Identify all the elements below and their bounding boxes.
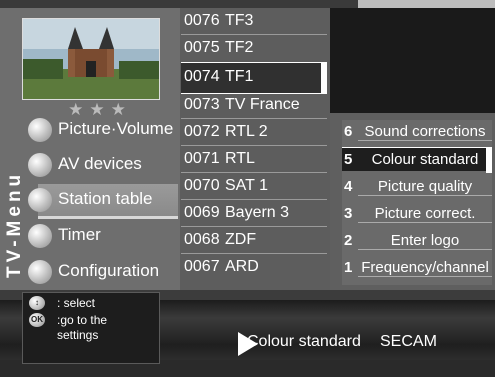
option-colour-standard[interactable]: 5 Colour standard: [342, 147, 492, 173]
sphere-icon: [28, 118, 52, 142]
menu-item-label: Picture·Volume: [58, 119, 174, 138]
sphere-icon: [28, 260, 52, 284]
divider: [181, 226, 327, 227]
sphere-icon: [28, 153, 52, 177]
help-box: ↕ : select OK :go to the settings: [22, 292, 160, 364]
top-bar-dark: [0, 0, 358, 8]
option-frequency-channel[interactable]: 1 Frequency/channel: [342, 256, 492, 279]
option-label: Sound corrections: [358, 123, 492, 141]
menu-item-av-devices[interactable]: AV devices: [28, 149, 178, 179]
option-number: 5: [344, 151, 353, 168]
ok-button-icon: OK: [29, 313, 45, 327]
station-name: TV France: [225, 96, 300, 113]
divider: [181, 253, 327, 254]
option-number: 3: [344, 205, 353, 222]
station-name: TF1: [225, 68, 254, 85]
svg-text:TV-Menu: TV-Menu: [4, 171, 25, 278]
station-name: ZDF: [225, 231, 257, 248]
help-settings: settings: [57, 328, 99, 342]
station-number: 0076: [184, 12, 220, 29]
station-name: RTL: [225, 150, 255, 167]
divider: [181, 199, 327, 200]
station-row-selected[interactable]: 0074 TF1: [181, 62, 327, 94]
option-label: Frequency/channel: [358, 259, 492, 277]
selection-marker: [321, 63, 327, 93]
preview-photo: [22, 18, 160, 100]
options-list: 6 Sound corrections 5 Colour standard 4 …: [342, 120, 492, 285]
station-number: 0074: [184, 68, 220, 85]
help-go-to: :go to the: [57, 313, 108, 327]
option-label: Picture correct.: [358, 205, 492, 223]
status-value: SECAM: [380, 333, 437, 350]
station-number: 0071: [184, 150, 220, 167]
status-label: Colour standard: [247, 333, 361, 350]
station-name: SAT 1: [225, 177, 268, 194]
help-select: : select: [57, 296, 96, 310]
station-row[interactable]: 0067 ARD: [181, 256, 327, 279]
divider: [181, 118, 327, 119]
station-number: 0072: [184, 123, 220, 140]
station-row[interactable]: 0073 TV France: [181, 94, 327, 117]
station-name: ARD: [225, 258, 259, 275]
option-enter-logo[interactable]: 2 Enter logo: [342, 229, 492, 252]
station-row[interactable]: 0076 TF3: [181, 10, 327, 33]
option-label: Enter logo: [358, 232, 492, 250]
preview-area: [330, 8, 495, 113]
station-name: Bayern 3: [225, 204, 290, 221]
menu-item-label: Station table: [58, 189, 153, 208]
station-row[interactable]: 0068 ZDF: [181, 229, 327, 252]
menu-item-timer[interactable]: Timer: [28, 220, 178, 250]
divider: [181, 172, 327, 173]
sphere-icon: [28, 188, 52, 212]
menu-item-station-table[interactable]: Station table: [28, 184, 178, 219]
menu-panel: ★★★ TV-Menu Picture·Volume AV devices St…: [0, 8, 180, 290]
option-picture-correct[interactable]: 3 Picture correct.: [342, 202, 492, 225]
menu-item-label: Configuration: [58, 261, 160, 280]
station-row[interactable]: 0069 Bayern 3: [181, 202, 327, 225]
sphere-icon: [28, 224, 52, 248]
option-number: 6: [344, 123, 353, 140]
option-number: 2: [344, 232, 353, 249]
menu-item-label: AV devices: [58, 154, 142, 173]
menu-item-configuration[interactable]: Configuration: [28, 256, 178, 286]
navigation-arrows-icon: ↕: [29, 296, 45, 310]
station-name: RTL 2: [225, 123, 268, 140]
menu-item-label: Timer: [58, 225, 101, 244]
station-row[interactable]: 0071 RTL: [181, 148, 327, 171]
station-list[interactable]: 0076 TF3 0075 TF2 0074 TF1 0073 TV Franc…: [180, 8, 330, 290]
menu-item-picture-volume[interactable]: Picture·Volume: [28, 114, 178, 144]
station-row[interactable]: 0072 RTL 2: [181, 121, 327, 144]
station-number: 0073: [184, 96, 220, 113]
menu-title: TV-Menu: [4, 171, 25, 278]
option-label: Picture quality: [358, 178, 492, 196]
station-number: 0068: [184, 231, 220, 248]
selection-marker: [486, 147, 492, 173]
option-number: 4: [344, 178, 353, 195]
station-name: TF3: [225, 12, 254, 29]
station-number: 0070: [184, 177, 220, 194]
option-sound-corrections[interactable]: 6 Sound corrections: [342, 120, 492, 143]
option-label: Colour standard: [371, 151, 479, 168]
option-picture-quality[interactable]: 4 Picture quality: [342, 175, 492, 198]
option-number: 1: [344, 259, 353, 276]
station-name: TF2: [225, 39, 254, 56]
divider: [181, 145, 327, 146]
station-row[interactable]: 0075 TF2: [181, 37, 327, 60]
divider: [181, 34, 327, 35]
station-number: 0075: [184, 39, 220, 56]
station-number: 0067: [184, 258, 220, 275]
station-row[interactable]: 0070 SAT 1: [181, 175, 327, 198]
station-number: 0069: [184, 204, 220, 221]
